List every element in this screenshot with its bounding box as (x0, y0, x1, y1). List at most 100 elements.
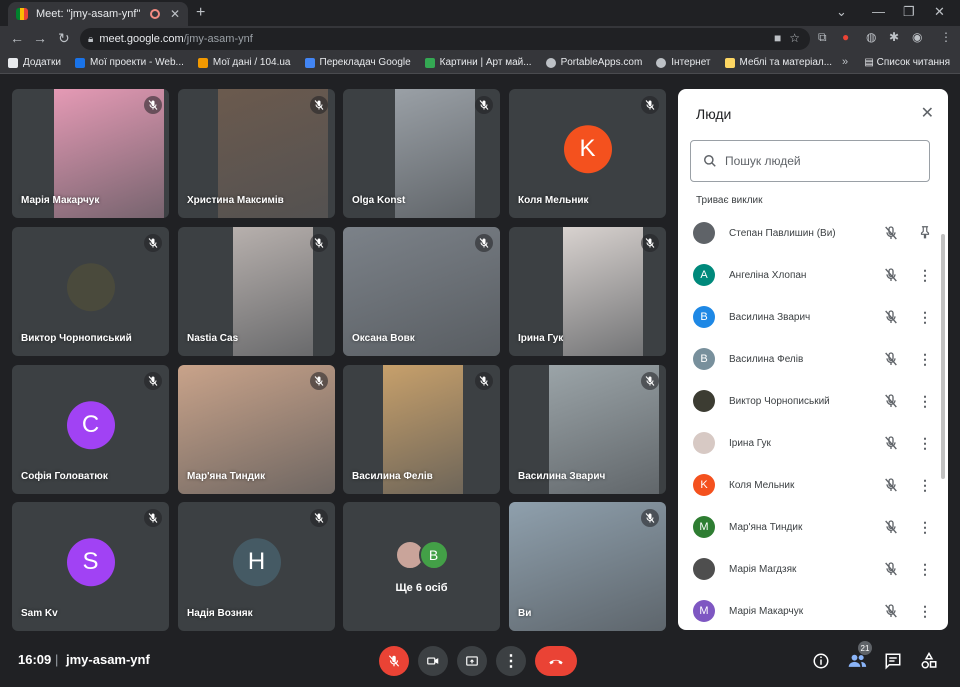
more-bookmarks-icon[interactable]: » (842, 56, 848, 68)
bookmark-item[interactable]: Меблі та матеріал... (724, 57, 832, 68)
profile-avatar[interactable]: ◉ (912, 30, 922, 44)
reload-icon[interactable]: ↻ (58, 30, 70, 47)
address-bar[interactable]: 🔒︎ meet.google.com /jmy-asam-ynf ■ ☆ (80, 28, 810, 50)
more-vert-icon[interactable]: ⋮ (917, 561, 933, 578)
clock: 16:09 (18, 652, 52, 667)
people-list-item[interactable]: Ірина Гук ⋮ (693, 425, 933, 461)
people-list-item[interactable]: M Мар'яна Тиндик ⋮ (693, 509, 933, 545)
bookmark-item[interactable]: PortableApps.com (545, 57, 642, 68)
people-list-item[interactable]: B Василина Фелів ⋮ (693, 341, 933, 377)
participant-name: Оксана Вовк (352, 333, 415, 344)
participant-tile[interactable]: B Ще 6 осіб (343, 502, 500, 631)
bookmark-item[interactable]: Мої проекти - Web... (74, 57, 184, 68)
more-vert-icon[interactable]: ⋮ (917, 309, 933, 326)
people-list-item[interactable]: K Коля Мельник ⋮ (693, 467, 933, 503)
participant-tile[interactable]: Василина Зварич (509, 365, 666, 494)
tab-strip: Meet: "jmy-asam-ynf" ✕ + ⌄ — ❐ ✕ (0, 0, 960, 26)
people-list-item[interactable]: Марія Магдзяк ⋮ (693, 551, 933, 587)
close-panel-icon[interactable]: ✕ (921, 103, 934, 123)
new-tab-icon[interactable]: + (196, 4, 205, 22)
participant-tile[interactable]: Василина Фелів (343, 365, 500, 494)
person-name: Коля Мельник (729, 479, 795, 491)
participant-tile[interactable]: K Коля Мельник (509, 89, 666, 218)
mic-off-icon (883, 435, 899, 451)
video-feed (395, 89, 475, 218)
avatar: M (693, 600, 715, 622)
participant-name: Василина Зварич (518, 471, 606, 482)
bookmark-item[interactable]: Додатки (8, 57, 61, 68)
bookmark-item[interactable]: Перекладач Google (304, 57, 411, 68)
participant-tile[interactable]: H Надія Возняк (178, 502, 335, 631)
participants-count-badge: 21 (858, 641, 872, 655)
people-list-item[interactable]: A Ангеліна Хлопан ⋮ (693, 257, 933, 293)
more-vert-icon[interactable]: ⋮ (917, 477, 933, 494)
more-vert-icon[interactable]: ⋮ (917, 519, 933, 536)
people-list-item[interactable]: Степан Павлишин (Ви) (693, 215, 933, 251)
close-tab-icon[interactable]: ✕ (170, 7, 180, 21)
globe-icon[interactable]: ◍ (866, 30, 876, 44)
extension-icon[interactable]: ⧉ (818, 30, 827, 45)
person-name: Виктор Чорнописький (729, 395, 830, 407)
chat-button[interactable] (882, 650, 904, 672)
search-people[interactable] (690, 140, 930, 182)
people-list-item[interactable]: Виктор Чорнописький ⋮ (693, 383, 933, 419)
menu-dots-icon[interactable]: ⋮ (940, 30, 952, 44)
activities-button[interactable] (918, 650, 940, 672)
restore-icon[interactable]: ❐ (903, 4, 915, 20)
bookmark-star-icon[interactable]: ☆ (789, 31, 800, 45)
extension-red-icon[interactable]: ● (842, 30, 849, 44)
more-vert-icon[interactable]: ⋮ (917, 435, 933, 452)
browser-toolbar: ← → ↻ 🔒︎ meet.google.com /jmy-asam-ynf ■… (0, 26, 960, 52)
participant-tile[interactable]: Ви (509, 502, 666, 631)
avatar: K (693, 474, 715, 496)
avatar: B (418, 540, 449, 570)
lock-icon: 🔒︎ (88, 33, 94, 45)
participant-tile[interactable]: Мар'яна Тиндик (178, 365, 335, 494)
avatar: B (693, 306, 715, 328)
participant-name: Христина Максимів (187, 195, 284, 206)
more-options-button[interactable]: ⋮ (496, 646, 526, 676)
people-list-item[interactable]: M Марія Макарчук ⋮ (693, 593, 933, 629)
meeting-details-button[interactable] (810, 650, 832, 672)
participant-tile[interactable]: Olga Konst (343, 89, 500, 218)
forward-icon[interactable]: → (33, 30, 47, 46)
tab-meet[interactable]: Meet: "jmy-asam-ynf" ✕ (8, 2, 188, 26)
bookmark-item[interactable]: Інтернет (656, 57, 711, 68)
more-vert-icon[interactable]: ⋮ (917, 393, 933, 410)
close-window-icon[interactable]: ✕ (934, 4, 945, 20)
bookmark-item[interactable]: Мої дані / 104.ua (197, 57, 291, 68)
meet-favicon-icon (16, 8, 28, 20)
tab-search-icon[interactable]: ⌄ (836, 4, 847, 20)
participant-tile[interactable]: C Софія Головатюк (12, 365, 169, 494)
present-button[interactable] (457, 646, 487, 676)
bookmark-item[interactable]: Картини | Арт май... (424, 57, 532, 68)
reading-list[interactable]: ▤ Список читання (864, 57, 950, 68)
bookmark-icon (197, 57, 208, 68)
pin-icon[interactable] (917, 225, 933, 242)
call-end-icon (549, 659, 563, 665)
participant-tile[interactable]: Виктор Чорнописький (12, 227, 169, 356)
mic-off-icon (641, 372, 659, 390)
camera-in-use-icon[interactable]: ■ (774, 31, 781, 45)
people-list-item[interactable]: B Василина Зварич ⋮ (693, 299, 933, 335)
camera-toggle-button[interactable] (418, 646, 448, 676)
panel-scrollbar[interactable] (941, 234, 945, 479)
search-input[interactable] (725, 154, 915, 168)
back-icon[interactable]: ← (10, 30, 24, 46)
mic-toggle-button[interactable] (379, 646, 409, 676)
participant-tile[interactable]: Христина Максимів (178, 89, 335, 218)
mic-off-icon (144, 96, 162, 114)
participant-name: Sam Kv (21, 608, 58, 619)
participant-tile[interactable]: Марія Макарчук (12, 89, 169, 218)
more-vert-icon[interactable]: ⋮ (917, 603, 933, 620)
participant-tile[interactable]: Nastia Cas (178, 227, 335, 356)
minimize-icon[interactable]: — (872, 4, 885, 19)
more-vert-icon[interactable]: ⋮ (917, 267, 933, 284)
puzzle-icon[interactable]: ✱ (889, 30, 899, 44)
participant-tile[interactable]: Ірина Гук (509, 227, 666, 356)
participant-tile[interactable]: S Sam Kv (12, 502, 169, 631)
reading-list-icon: ▤ (864, 57, 877, 68)
participant-tile[interactable]: Оксана Вовк (343, 227, 500, 356)
more-vert-icon[interactable]: ⋮ (917, 351, 933, 368)
leave-call-button[interactable] (535, 646, 577, 676)
